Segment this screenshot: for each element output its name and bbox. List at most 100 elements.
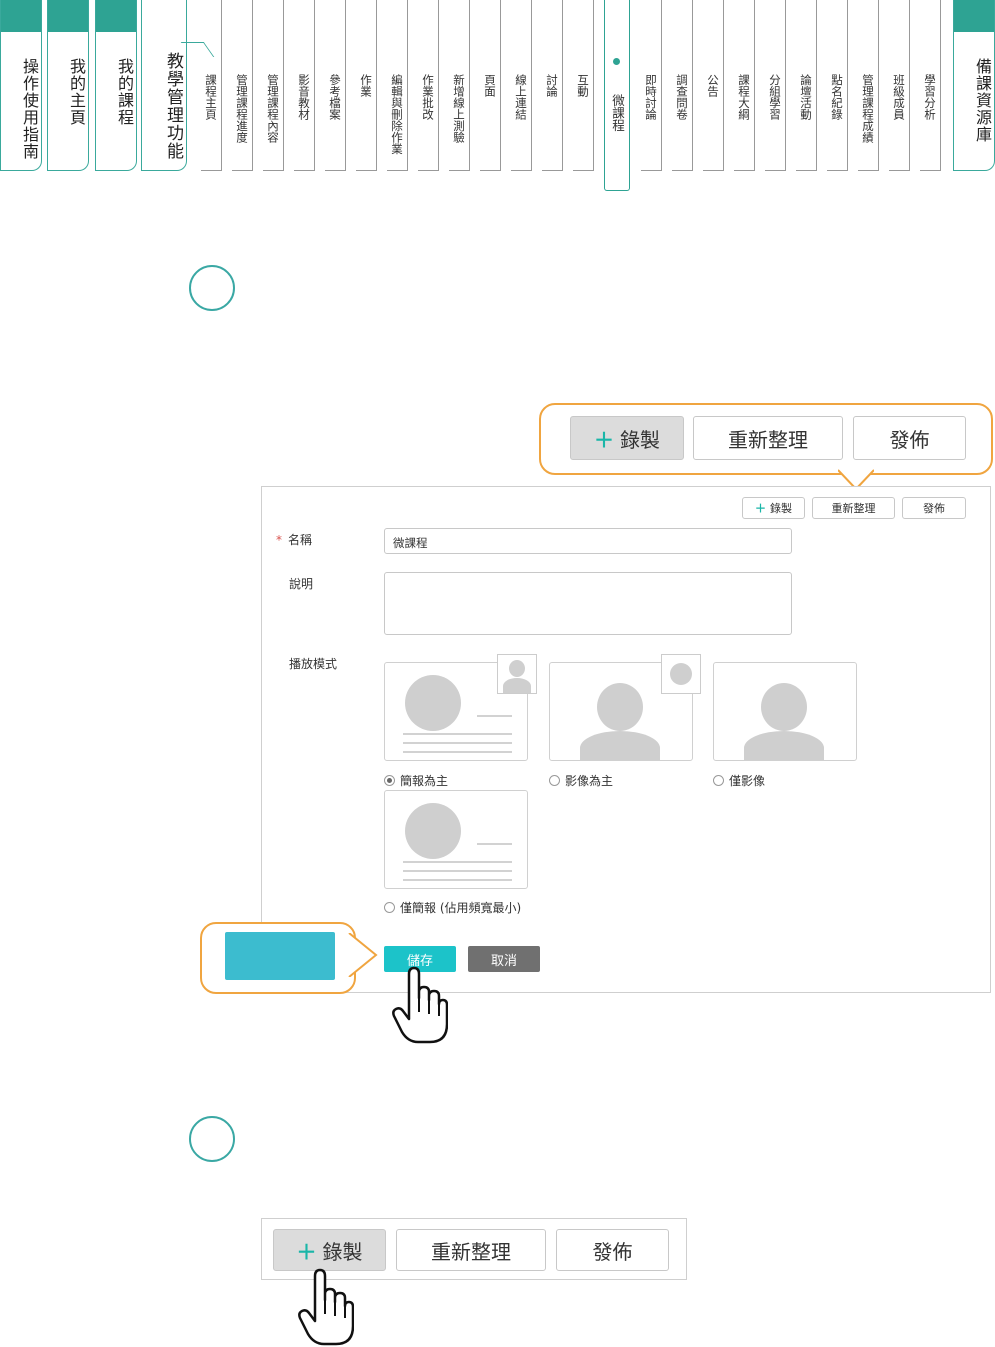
sub-tab-17[interactable]: 課程大綱 [734, 0, 755, 171]
sub-tab-label: 參考檔案 [328, 74, 342, 120]
plus-icon: ＋ [755, 502, 766, 515]
sub-tab-20[interactable]: 點名紀錄 [827, 0, 848, 171]
description-label: 說明 [289, 577, 314, 591]
sub-tab-23[interactable]: 學習分析 [920, 0, 941, 171]
tab-teaching-management[interactable]: 教學管理功能 [141, 0, 187, 171]
reorganize-button-zoomed[interactable]: 重新整理 [693, 416, 843, 460]
sub-tab-label: 互動 [576, 74, 590, 97]
mode-video-only-radio[interactable]: 僅影像 [713, 772, 765, 789]
sub-tab-label: 即時討論 [644, 74, 658, 120]
sub-tab-12[interactable]: 互動 [573, 0, 594, 171]
slide-line [403, 751, 512, 753]
sub-tab-label: 班級成員 [892, 74, 906, 120]
tab-user-guide[interactable]: 操作使用指南 [0, 0, 42, 171]
sub-tab-21[interactable]: 管理課程成績 [858, 0, 879, 171]
tab-label: 我的課程 [115, 58, 134, 126]
sub-tab-label: 管理課程進度 [235, 74, 249, 143]
sub-tab-0[interactable]: 課程主頁 [201, 0, 222, 171]
reorganize-label: 重新整理 [728, 427, 808, 452]
reorganize-label: 重新整理 [831, 502, 876, 515]
sub-tab-14[interactable]: 即時討論 [641, 0, 662, 171]
record-label: 錄製 [770, 502, 792, 515]
tab-label: 備課資源庫 [973, 58, 992, 143]
sub-tab-8[interactable]: 新增線上測驗 [449, 0, 470, 171]
slide-line [403, 879, 512, 881]
sub-tab-label: 新增線上測驗 [452, 74, 466, 143]
radio-icon [713, 775, 724, 786]
sub-tab-label: 論壇活動 [799, 74, 813, 120]
sub-tab-5[interactable]: 作業 [356, 0, 377, 171]
hand-pointer-icon [298, 1268, 354, 1346]
record-button-zoomed[interactable]: ＋錄製 [570, 416, 684, 460]
mode-slides-only-radio[interactable]: 僅簡報 (佔用頻寬最小) [384, 899, 521, 916]
sub-tab-16[interactable]: 公告 [703, 0, 724, 171]
sub-tab-label: 管理課程內容 [266, 74, 280, 143]
sub-tab-13[interactable]: 微課程 [604, 0, 630, 191]
slide-chart-icon [405, 675, 461, 731]
sub-tab-label: 課程大綱 [737, 74, 751, 120]
slide-line [403, 733, 512, 735]
sub-tab-18[interactable]: 分組學習 [765, 0, 786, 171]
reorganize-button[interactable]: 重新整理 [812, 497, 895, 519]
cancel-button[interactable]: 取消 [468, 946, 540, 972]
sub-tab-10[interactable]: 線上連結 [511, 0, 532, 171]
sub-tab-label: 點名紀錄 [830, 74, 844, 120]
name-input[interactable]: 微課程 [384, 528, 792, 554]
slide-thumb-icon [661, 654, 701, 694]
publish-button-zoomed[interactable]: 發佈 [853, 416, 966, 460]
sub-tab-6[interactable]: 編輯與刪除作業 [387, 0, 408, 171]
description-textarea[interactable] [384, 572, 792, 635]
sub-tab-15[interactable]: 調查問卷 [672, 0, 693, 171]
mode-slides-main-radio[interactable]: 簡報為主 [384, 772, 448, 789]
sub-tab-label: 線上連結 [514, 74, 528, 120]
sub-tab-label: 影音教材 [297, 74, 311, 120]
publish-label: 發佈 [592, 1239, 633, 1264]
reorganize-button-step2[interactable]: 重新整理 [396, 1229, 546, 1271]
person-body [744, 731, 824, 760]
required-marker: * [276, 533, 282, 547]
publish-label: 發佈 [923, 502, 945, 515]
publish-label: 發佈 [889, 427, 930, 452]
radio-icon [384, 902, 395, 913]
save-callout-pointer [348, 933, 378, 977]
video-thumb-icon [497, 654, 537, 694]
slide-line [403, 861, 512, 863]
record-button-step2[interactable]: ＋錄製 [273, 1229, 386, 1271]
publish-button[interactable]: 發佈 [902, 497, 966, 519]
person-head [761, 683, 807, 731]
reorganize-label: 重新整理 [431, 1239, 511, 1264]
publish-button-step2[interactable]: 發佈 [556, 1229, 669, 1271]
sub-tab-2[interactable]: 管理課程內容 [263, 0, 284, 171]
save-callout [200, 922, 356, 994]
record-button[interactable]: ＋ 錄製 [742, 497, 805, 519]
sub-tab-label: 調查問卷 [675, 74, 689, 120]
sub-tab-3[interactable]: 影音教材 [294, 0, 315, 171]
sub-tab-11[interactable]: 討論 [542, 0, 563, 171]
sub-tab-1[interactable]: 管理課程進度 [232, 0, 253, 171]
sub-tab-4[interactable]: 參考檔案 [325, 0, 346, 171]
tab-my-home[interactable]: 我的主頁 [47, 0, 89, 171]
sub-tab-7[interactable]: 作業批改 [418, 0, 439, 171]
sub-tab-label: 公告 [706, 74, 720, 97]
tab-label: 操作使用指南 [20, 58, 39, 160]
sub-tab-9[interactable]: 頁面 [480, 0, 501, 171]
slide-line [403, 870, 512, 872]
sub-tab-label: 頁面 [483, 74, 497, 97]
save-callout-fill [225, 932, 335, 980]
tab-teaching-resources[interactable]: 備課資源庫 [953, 0, 995, 171]
radio-icon [384, 775, 395, 786]
sub-tab-label: 學習分析 [923, 74, 937, 120]
record-label: 錄製 [620, 427, 660, 452]
tab-label: 教學管理功能 [163, 52, 183, 160]
mode-video-main-radio[interactable]: 影像為主 [549, 772, 613, 789]
tab-my-courses[interactable]: 我的課程 [95, 0, 137, 171]
mode-video-only-preview[interactable] [713, 662, 857, 761]
slide-line [477, 843, 512, 845]
mode-slides-only-preview[interactable] [384, 790, 528, 889]
sub-tab-22[interactable]: 班級成員 [889, 0, 910, 171]
sub-tab-19[interactable]: 論壇活動 [796, 0, 817, 171]
person-head [597, 683, 643, 731]
micro-course-form: ＋錄製 重新整理 發佈 * 名稱 微課程 說明 播放模式 簡報為主 影像為主 僅… [261, 486, 991, 993]
sub-tab-label: 微課程 [610, 94, 625, 132]
name-label: * 名稱 [276, 533, 313, 547]
